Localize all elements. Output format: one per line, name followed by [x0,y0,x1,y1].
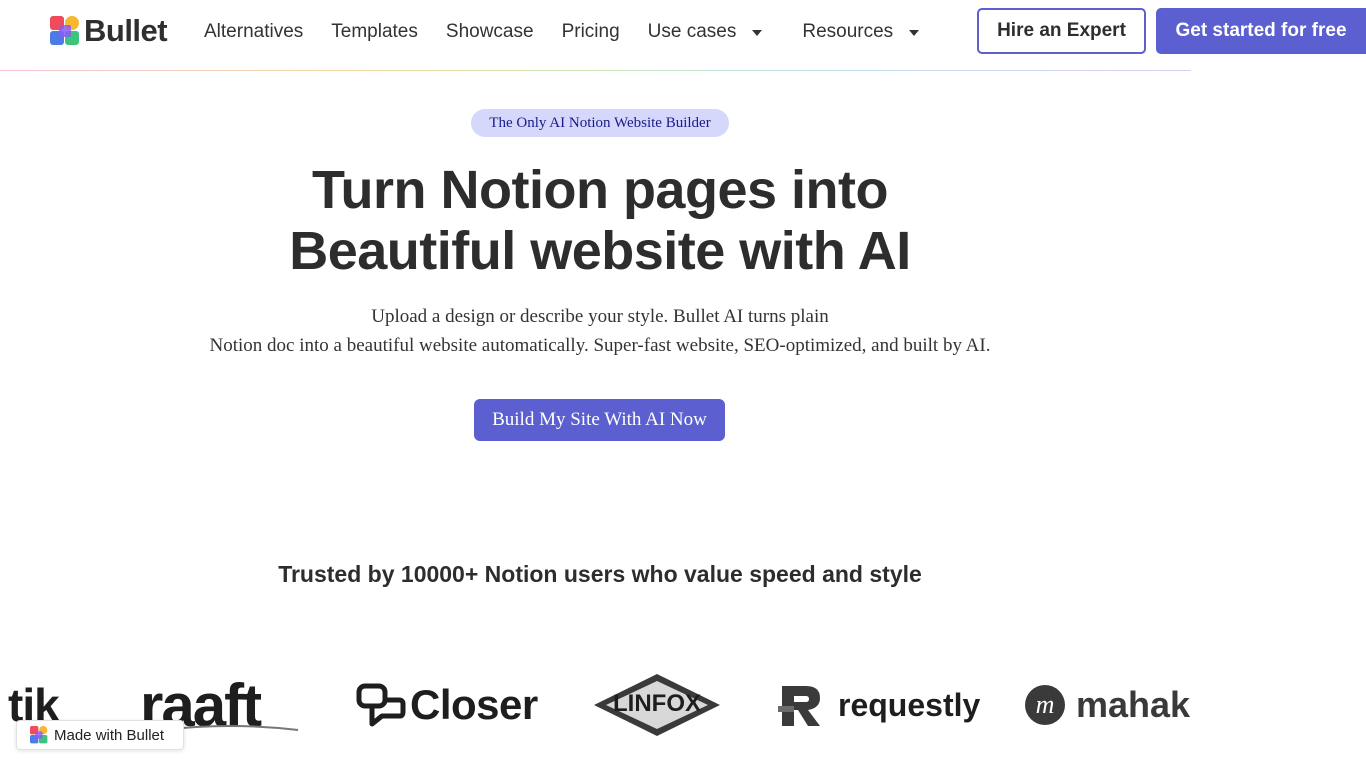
nav-alternatives-label: Alternatives [204,21,304,42]
bullet-logo-icon [30,726,48,744]
site-header: Bullet Alternatives Templates Showcase P… [0,0,1366,70]
logo-requestly-text: requestly [838,686,981,723]
get-started-button[interactable]: Get started for free [1156,8,1366,54]
nav-showcase-label: Showcase [445,21,534,42]
trusted-heading: Trusted by 10000+ Notion users who value… [278,561,922,587]
caret-down-icon [752,30,763,36]
logo-requestly: requestly [776,660,980,750]
logo-mahaka: m mahaka [1024,660,1191,750]
hero-title: Turn Notion pages into Beautiful website… [200,160,1000,282]
header-divider [0,70,1191,71]
mahaka-m-icon: m [1025,685,1065,725]
nav-pricing-label: Pricing [561,21,620,42]
logo-mahaka-text: mahaka [1076,684,1191,725]
logo-linfox-text: LINFOX [613,690,701,717]
hero-badge: The Only AI Notion Website Builder [471,109,729,137]
main-nav: Alternatives Templates Showcase Pricing … [204,0,959,64]
hero-subtitle-line2: Notion doc into a beautiful website auto… [209,335,991,356]
brand-logo[interactable]: Bullet [50,13,168,48]
logo-closer: Closer [356,660,538,750]
nav-resources-label: Resources [802,21,894,42]
nav-templates-label: Templates [331,21,418,42]
hero-title-line1: Turn Notion pages into [312,160,888,220]
build-site-cta-button[interactable]: Build My Site With AI Now [474,399,725,441]
nav-templates[interactable]: Templates [331,21,418,43]
caret-down-icon [909,30,920,36]
closer-chat-icon [356,683,406,727]
hero-subtitle: Upload a design or describe your style. … [150,302,1050,360]
logo-linfox: LINFOX [592,660,722,750]
made-with-bullet-badge[interactable]: Made with Bullet [16,720,184,750]
nav-alternatives[interactable]: Alternatives [204,21,303,43]
hero-title-line2: Beautiful website with AI [289,221,911,281]
nav-showcase[interactable]: Showcase [446,21,534,43]
bullet-logo-icon [50,16,79,45]
nav-use-cases[interactable]: Use cases [648,21,763,43]
nav-use-cases-label: Use cases [647,21,737,42]
hero-subtitle-line1: Upload a design or describe your style. … [371,306,829,327]
svg-text:m: m [1036,690,1055,719]
nav-resources[interactable]: Resources [802,21,920,43]
brand-name: Bullet [84,13,168,48]
made-with-bullet-label: Made with Bullet [54,726,165,744]
nav-pricing[interactable]: Pricing [562,21,620,43]
logo-closer-text: Closer [410,681,538,728]
hire-expert-button[interactable]: Hire an Expert [977,8,1146,54]
requestly-r-icon [778,686,820,726]
